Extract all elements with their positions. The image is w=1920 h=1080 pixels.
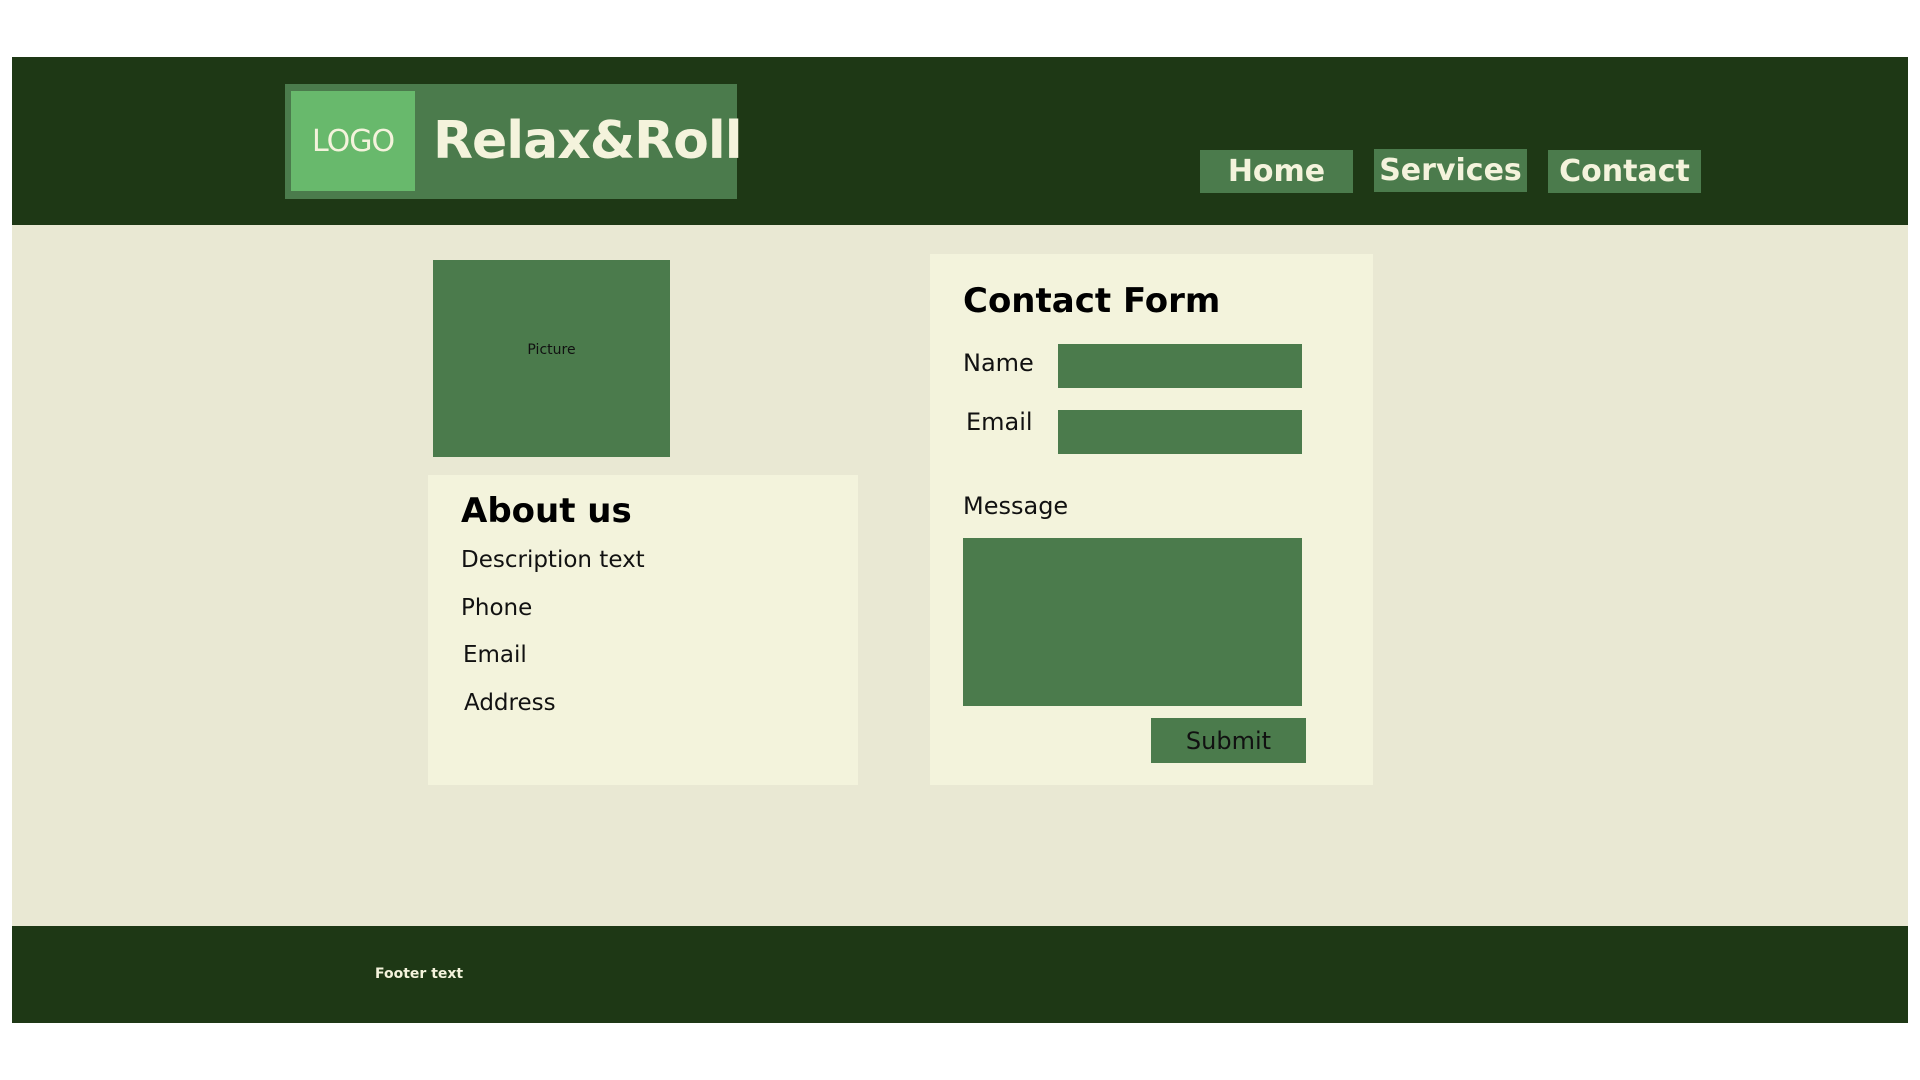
about-address: Address (464, 690, 556, 716)
nav-contact-button[interactable]: Contact (1548, 150, 1701, 193)
about-phone: Phone (461, 595, 533, 621)
email-label: Email (966, 408, 1033, 436)
contact-form-title: Contact Form (963, 281, 1221, 321)
about-title: About us (461, 491, 632, 531)
picture-label: Picture (527, 342, 576, 358)
nav-services-button[interactable]: Services (1374, 149, 1527, 192)
footer-text: Footer text (375, 966, 464, 982)
page-canvas: LOGO Relax&Roll Home Services Contact Pi… (12, 57, 1908, 1023)
contact-form: Contact Form Name Email Message Submit (930, 254, 1373, 785)
picture-placeholder: Picture (433, 260, 670, 457)
message-field[interactable] (963, 538, 1302, 706)
brand-name: Relax&Roll (433, 111, 743, 171)
email-field[interactable] (1058, 410, 1302, 454)
nav-home-button[interactable]: Home (1200, 150, 1353, 193)
brand-block[interactable]: LOGO Relax&Roll (285, 84, 743, 199)
about-email: Email (463, 642, 527, 668)
name-field[interactable] (1058, 344, 1302, 388)
about-panel: About us Description text Phone Email Ad… (428, 475, 858, 785)
site-footer: Footer text (12, 926, 1908, 1023)
message-label: Message (963, 492, 1069, 520)
about-description: Description text (461, 547, 645, 573)
site-header: LOGO Relax&Roll Home Services Contact (12, 57, 1908, 225)
name-label: Name (963, 349, 1034, 377)
logo: LOGO (291, 91, 415, 191)
submit-button[interactable]: Submit (1151, 718, 1306, 763)
